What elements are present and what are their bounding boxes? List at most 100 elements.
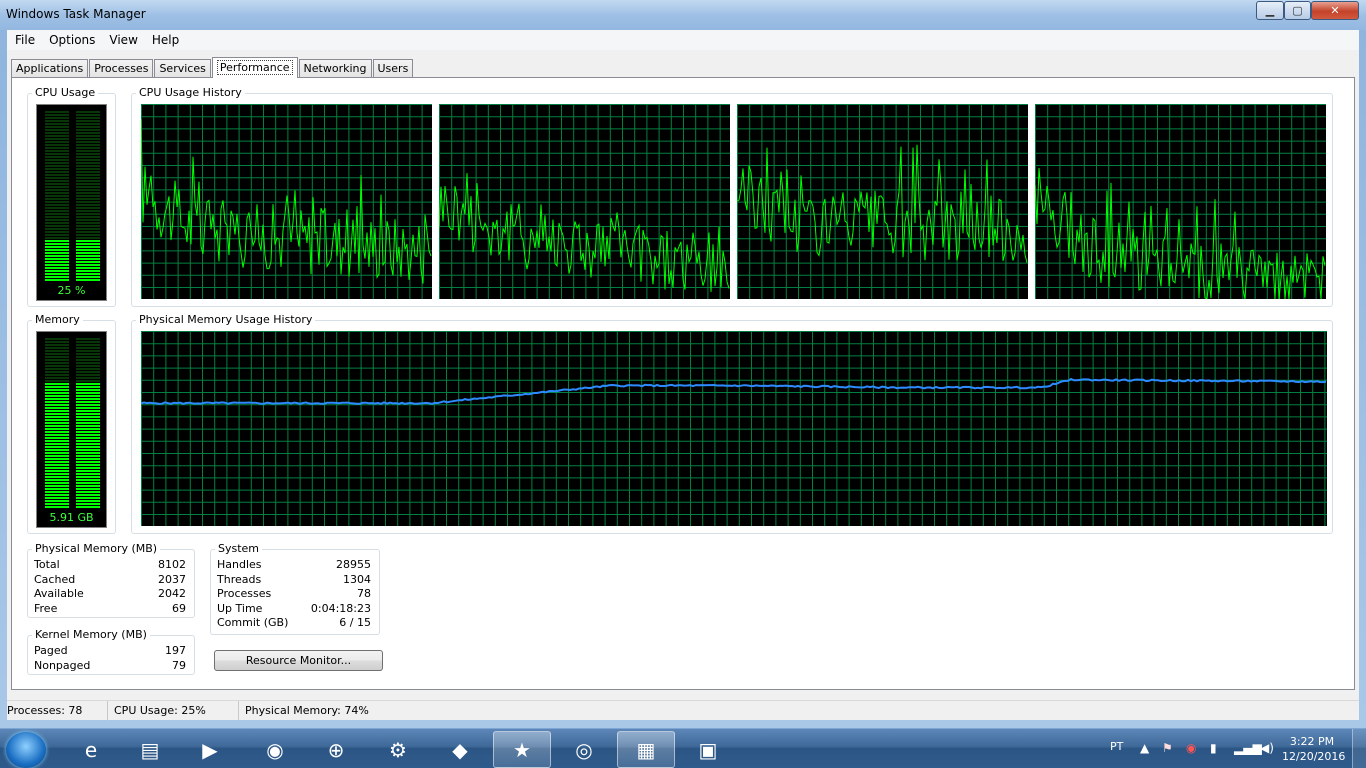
physical-memory-free-row: Free 69 bbox=[34, 602, 186, 617]
taskbar-button[interactable]: ▦ bbox=[617, 731, 675, 768]
memory-history-title: Physical Memory Usage History bbox=[136, 313, 316, 327]
window-title: Windows Task Manager bbox=[6, 7, 146, 21]
system-processes-row: Processes 78 bbox=[217, 587, 371, 602]
status-cpu-usage: CPU Usage: 25% bbox=[108, 701, 239, 721]
file-explorer-icon: ▤ bbox=[140, 737, 160, 762]
action-center-icon[interactable]: ⚑ bbox=[1162, 741, 1173, 755]
start-button[interactable] bbox=[6, 732, 46, 768]
cpu-core-1-graph bbox=[141, 104, 432, 299]
menu-file[interactable]: File bbox=[8, 30, 42, 50]
task-manager-icon: ▦ bbox=[636, 737, 656, 762]
row-label: Handles bbox=[217, 558, 262, 571]
row-value: 78 bbox=[357, 587, 371, 600]
close-button[interactable]: ✕ bbox=[1311, 1, 1359, 20]
taskbar-button[interactable]: e bbox=[62, 731, 120, 768]
taskbar-button[interactable]: ◆ bbox=[431, 731, 489, 768]
taskbar-button[interactable]: ▶ bbox=[181, 731, 239, 768]
physical-memory-available-row: Available 2042 bbox=[34, 587, 186, 602]
game-grit-icon: ★ bbox=[513, 737, 531, 762]
cpu-history-line bbox=[1035, 167, 1326, 299]
cpu-history-line bbox=[737, 144, 1028, 263]
cpu-history-group: CPU Usage History bbox=[131, 86, 1333, 307]
memory-history-line bbox=[141, 377, 1327, 405]
internet-explorer-icon: e bbox=[84, 737, 98, 762]
tab-label: Performance bbox=[216, 60, 293, 75]
row-label: Cached bbox=[34, 572, 76, 586]
taskbar-button[interactable]: ◎ bbox=[555, 731, 613, 768]
row-value: 2042 bbox=[158, 587, 186, 600]
row-label: Threads bbox=[217, 572, 262, 586]
clock[interactable]: 3:22 PM 12/20/2016 bbox=[1282, 734, 1345, 764]
tab-label: Networking bbox=[303, 62, 367, 75]
system-threads-row: Threads 1304 bbox=[217, 573, 371, 588]
tab-strip: Applications Processes Services Performa… bbox=[11, 57, 414, 78]
cpu-core-2-graph bbox=[439, 104, 730, 299]
network-signal-icon[interactable]: ▂▄▆ bbox=[1234, 741, 1262, 755]
tab-services[interactable]: Services bbox=[154, 59, 211, 78]
tab-performance[interactable]: Performance bbox=[211, 57, 298, 78]
title-bar[interactable]: Windows Task Manager ▁ ▢ ✕ bbox=[0, 0, 1366, 30]
row-value: 2037 bbox=[158, 572, 186, 586]
status-processes: Processes: 78 bbox=[7, 701, 108, 721]
taskbar-button[interactable]: ⚙ bbox=[369, 731, 427, 768]
row-label: Free bbox=[34, 601, 58, 615]
row-label: Total bbox=[34, 558, 60, 571]
row-label: Available bbox=[34, 587, 84, 600]
cpu-history-line bbox=[439, 173, 730, 292]
row-label: Nonpaged bbox=[34, 658, 91, 672]
show-desktop-button[interactable] bbox=[1352, 729, 1366, 768]
row-value: 8102 bbox=[158, 558, 186, 571]
kernel-memory-title: Kernel Memory (MB) bbox=[32, 628, 150, 642]
taskbar-button[interactable]: ⊕ bbox=[307, 731, 365, 768]
status-physical-memory: Physical Memory: 74% bbox=[245, 704, 369, 717]
cpu-usage-title: CPU Usage bbox=[32, 86, 99, 100]
resource-monitor-button[interactable]: Resource Monitor... bbox=[214, 650, 383, 671]
show-hidden-icons-icon[interactable]: ▲ bbox=[1140, 741, 1149, 755]
menu-help[interactable]: Help bbox=[145, 30, 186, 50]
device-icon[interactable]: ▮ bbox=[1210, 741, 1217, 755]
taskbar-button[interactable]: ▤ bbox=[121, 731, 179, 768]
memory-history-group: Physical Memory Usage History bbox=[131, 313, 1333, 534]
media-player-icon: ▶ bbox=[202, 737, 218, 762]
taskbar-button[interactable]: ◉ bbox=[246, 731, 304, 768]
row-value: 79 bbox=[172, 658, 186, 672]
tab-networking[interactable]: Networking bbox=[298, 59, 372, 78]
minimize-icon: ▁ bbox=[1265, 4, 1275, 17]
memory-gauge: 5.91 GB bbox=[36, 331, 107, 528]
tab-processes[interactable]: Processes bbox=[89, 59, 154, 78]
memory-title: Memory bbox=[32, 313, 83, 327]
menu-view[interactable]: View bbox=[102, 30, 144, 50]
maximize-button[interactable]: ▢ bbox=[1284, 1, 1311, 20]
volume-icon[interactable]: ◀) bbox=[1260, 741, 1274, 755]
cpu-history-title: CPU Usage History bbox=[136, 86, 245, 100]
tab-applications[interactable]: Applications bbox=[11, 59, 89, 78]
antivirus-icon[interactable]: ◉ bbox=[1186, 741, 1196, 755]
taskbar-button[interactable]: ★ bbox=[493, 731, 551, 768]
physical-memory-group: Physical Memory (MB) Total 8102 Cached 203… bbox=[27, 542, 195, 618]
clock-time: 3:22 PM bbox=[1289, 735, 1335, 748]
language-indicator[interactable]: PT bbox=[1110, 740, 1123, 753]
minimize-button[interactable]: ▁ bbox=[1256, 1, 1284, 20]
taskbar-button[interactable]: ▣ bbox=[679, 731, 737, 768]
physical-memory-total-row: Total 8102 bbox=[34, 558, 186, 573]
tab-label: Services bbox=[159, 62, 206, 75]
tab-label: Users bbox=[377, 62, 409, 75]
resource-monitor-label: Resource Monitor... bbox=[245, 654, 352, 667]
system-handles-row: Handles 28955 bbox=[217, 558, 371, 573]
system-title: System bbox=[215, 542, 263, 556]
row-value: 69 bbox=[172, 601, 186, 615]
physical-memory-cached-row: Cached 2037 bbox=[34, 573, 186, 588]
close-icon: ✕ bbox=[1330, 4, 1340, 17]
tab-users[interactable]: Users bbox=[372, 59, 414, 78]
performance-panel: CPU Usage 25 % CPU Usage History Memory bbox=[11, 77, 1355, 690]
client-area: File Options View Help Applications Proc… bbox=[7, 30, 1359, 721]
row-value: 6 / 15 bbox=[339, 616, 371, 629]
memory-gauge-value: 5.91 GB bbox=[49, 511, 94, 524]
kernel-memory-group: Kernel Memory (MB) Paged 197 Nonpaged 79 bbox=[27, 628, 195, 675]
network-app-icon: ◎ bbox=[575, 737, 593, 762]
memory-gauge-bars bbox=[45, 338, 100, 508]
steam-icon: ⚙ bbox=[389, 737, 407, 762]
row-label: Commit (GB) bbox=[217, 616, 289, 629]
taskbar: e ▤ ▶ ◉ ⊕ ⚙ ◆ ★ ◎ ▦ ▣ PT ▲ ⚑ ◉ ▮ ▂▄▆ ◀) 3:22 PM 12… bbox=[0, 728, 1366, 768]
menu-options[interactable]: Options bbox=[42, 30, 102, 50]
